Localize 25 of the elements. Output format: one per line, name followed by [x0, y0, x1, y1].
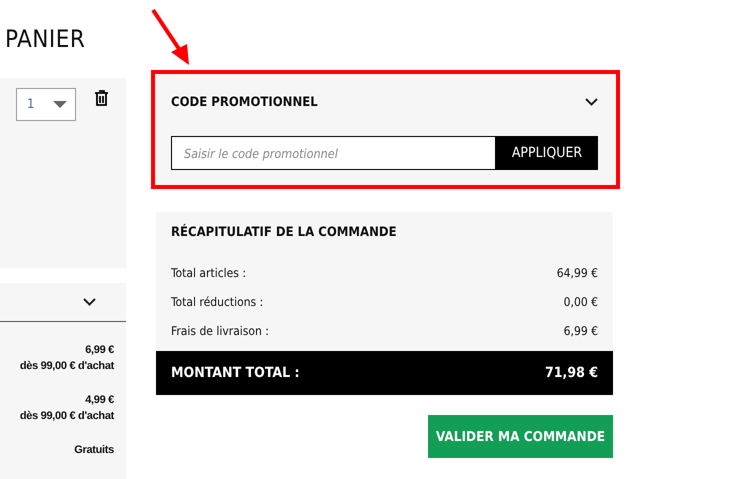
total-label: MONTANT TOTAL : — [171, 365, 300, 381]
annotation-arrow — [151, 8, 191, 66]
summary-value: 0,00 € — [564, 294, 598, 308]
summary-label: Total réductions : — [171, 294, 264, 308]
chevron-down-icon[interactable] — [83, 298, 96, 306]
shipping-price: 4,99 € — [85, 394, 114, 406]
summary-label: Frais de livraison : — [171, 324, 269, 338]
shipping-price: 6,99 € — [85, 344, 114, 356]
trash-icon[interactable] — [94, 90, 109, 107]
page-title: PANIER — [5, 25, 86, 53]
apply-button[interactable]: APPLIQUER — [496, 136, 598, 170]
submit-button[interactable]: VALIDER MA COMMANDE — [428, 415, 613, 458]
chevron-down-icon[interactable] — [585, 98, 598, 106]
total-value: 71,98 € — [545, 365, 598, 381]
shipping-price: Gratuits — [74, 444, 114, 456]
summary-value: 6,99 € — [564, 324, 598, 338]
summary-title: RÉCAPITULATIF DE LA COMMANDE — [170, 223, 398, 242]
quantity-select[interactable]: 1 — [16, 88, 76, 121]
shipping-note: dès 99,00 € d'achat — [20, 410, 114, 422]
shipping-note: dès 99,00 € d'achat — [20, 360, 114, 372]
caret-icon — [53, 101, 67, 108]
promo-code-field[interactable]: Saisir le code promotionnel — [171, 136, 496, 170]
promo-title: CODE PROMOTIONNEL — [171, 94, 318, 110]
summary-label: Total articles : — [171, 266, 246, 280]
summary-value: 64,99 € — [556, 266, 598, 280]
